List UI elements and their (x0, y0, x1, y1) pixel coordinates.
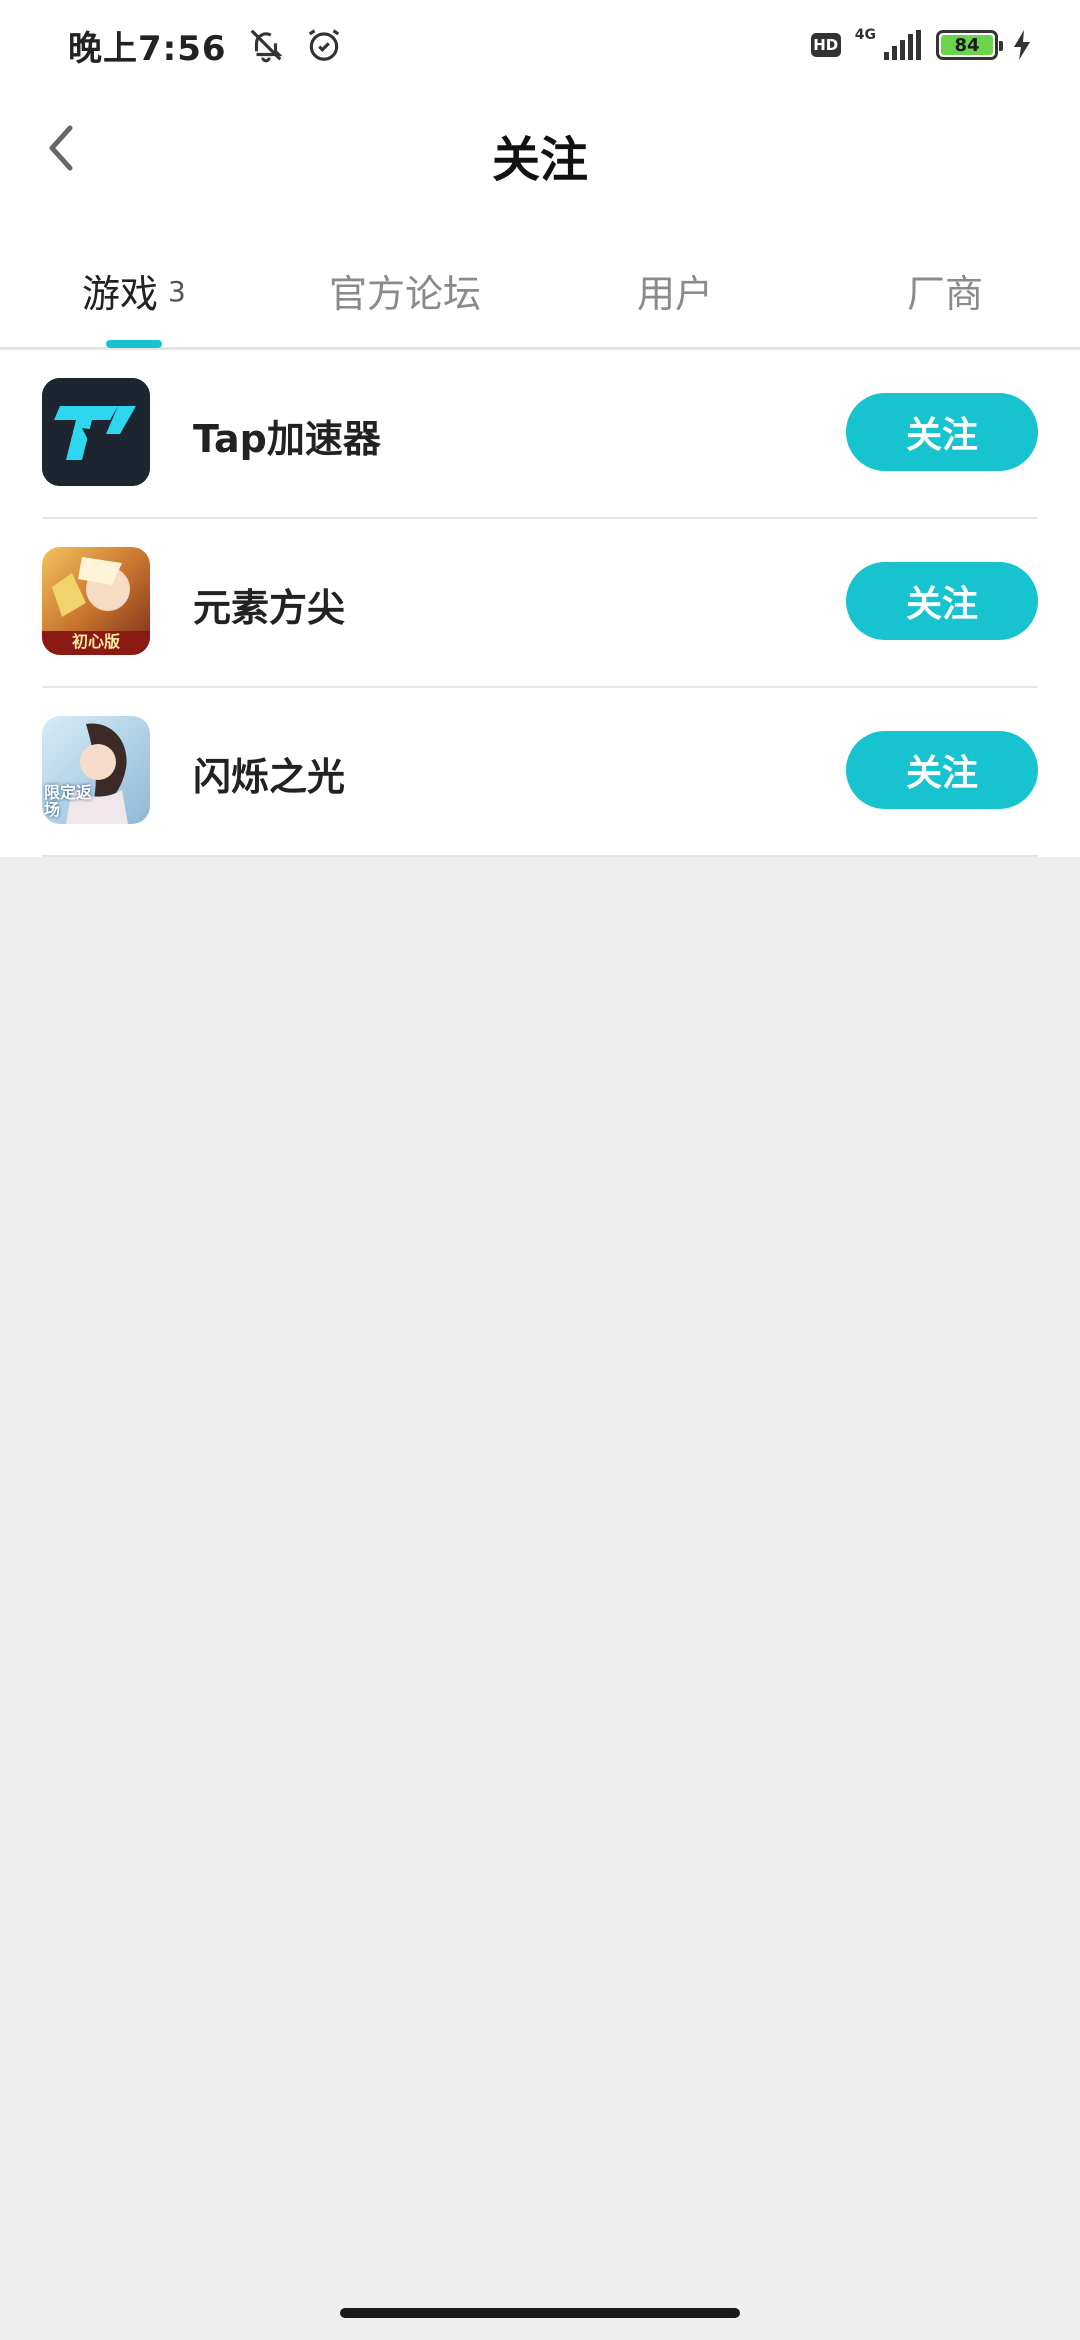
game-name: 闪烁之光 (193, 755, 346, 799)
battery-level: 84 (941, 35, 993, 56)
game-name: Tap加速器 (193, 417, 381, 461)
tab-bar: 游戏 3 官方论坛 用户 厂商 (0, 215, 1080, 350)
game-list: Tap加速器 关注 初心版 元素方尖 关注 限定返场 闪烁之光 关注 (0, 350, 1080, 857)
flicker-light-icon: 限定返场 (42, 716, 150, 824)
tab-official-forum-label: 官方论坛 (329, 272, 482, 316)
alarm-icon (308, 29, 339, 61)
icon-badge: 初心版 (71, 632, 120, 651)
hd-badge: HD (810, 33, 841, 57)
list-item[interactable]: 初心版 元素方尖 关注 (0, 519, 1080, 688)
active-tab-indicator (106, 340, 162, 348)
battery-icon: 84 (936, 30, 1003, 60)
home-indicator[interactable] (340, 2308, 740, 2318)
list-item[interactable]: 限定返场 闪烁之光 关注 (0, 688, 1080, 857)
tab-games-count: 3 (168, 275, 186, 308)
status-right: HD 4G 84 (810, 27, 1032, 60)
tab-vendors[interactable]: 厂商 (907, 263, 983, 318)
status-bar: 晚上7:56 HD 4G 84 (0, 0, 1080, 90)
element-obelisk-icon: 初心版 (42, 547, 150, 655)
tab-vendors-label: 厂商 (907, 272, 984, 316)
tab-games-label: 游戏 (82, 272, 159, 316)
tab-users-label: 用户 (637, 272, 714, 316)
follow-button[interactable]: 关注 (846, 562, 1038, 640)
charging-icon (1014, 30, 1030, 60)
icon-badge: 限定返场 (44, 783, 93, 819)
status-time: 晚上7:56 (68, 28, 227, 69)
screen: 晚上7:56 HD 4G 84 关注 游戏 3 官方论坛 用户 厂商 Tap加速… (0, 0, 1080, 2340)
tab-users[interactable]: 用户 (637, 263, 713, 318)
divider (42, 855, 1038, 857)
tap-accelerator-icon (42, 378, 150, 486)
tab-games[interactable]: 游戏 3 (82, 263, 186, 318)
follow-button[interactable]: 关注 (846, 393, 1038, 471)
network-label: 4G (854, 27, 876, 43)
game-name: 元素方尖 (193, 586, 346, 630)
tab-official-forum[interactable]: 官方论坛 (329, 263, 481, 318)
signal-icon (884, 30, 921, 60)
list-item[interactable]: Tap加速器 关注 (0, 350, 1080, 519)
bell-off-icon (250, 29, 283, 63)
follow-button[interactable]: 关注 (846, 731, 1038, 809)
header: 关注 (0, 90, 1080, 215)
page-title: 关注 (491, 132, 588, 188)
